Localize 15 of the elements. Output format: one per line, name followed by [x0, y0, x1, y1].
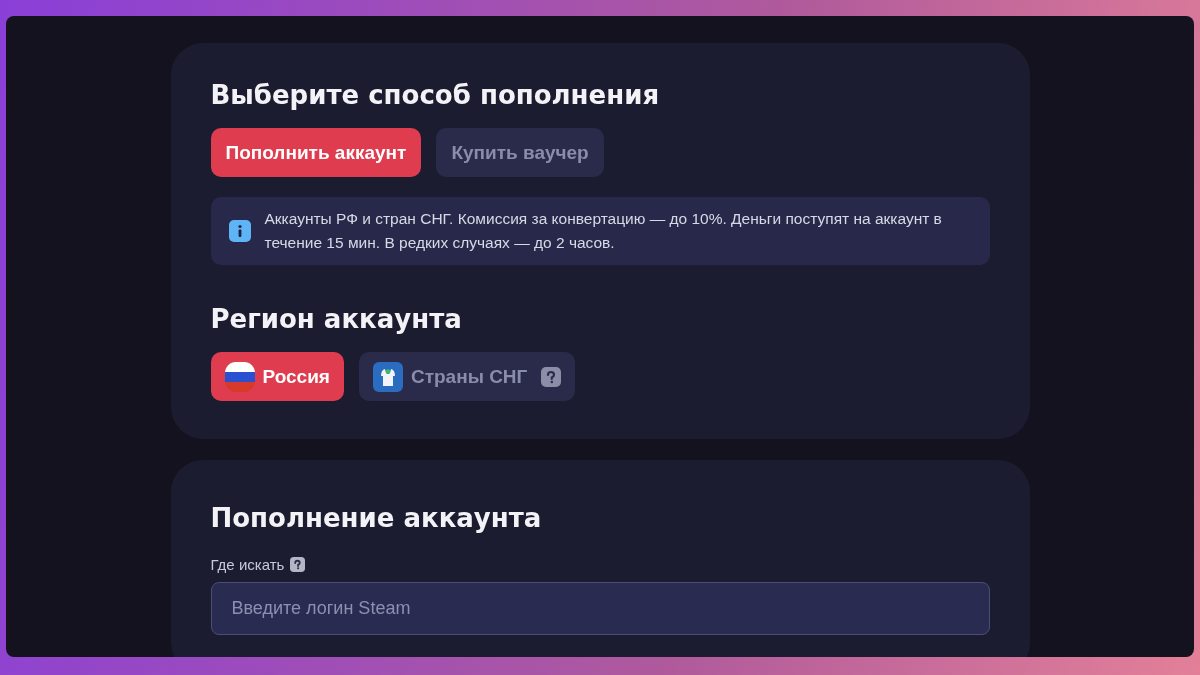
flag-icon [224, 361, 255, 392]
info-icon [228, 220, 251, 242]
info-text: Аккаунты РФ и стран СНГ. Комиссия за конвертацию — до 10%. Деньги поступят на аккаунт в течение 15 мин. В редких случаях — до 2 часов. [264, 209, 943, 253]
region-tab[interactable]: Россия [210, 352, 344, 401]
section-title: Пополнение аккаунта [210, 502, 543, 535]
emblem-icon [372, 361, 403, 392]
section-title: Регион аккаунта [210, 303, 463, 336]
section-title: Выберите способ пополнения [210, 79, 661, 112]
help-icon[interactable] [541, 366, 562, 387]
method-tab[interactable]: Купить ваучер [436, 128, 604, 177]
help-icon[interactable] [290, 557, 306, 572]
login-input-field[interactable]: Введите логин Steam [210, 582, 990, 635]
field-label: Где искать [210, 556, 285, 573]
region-tab[interactable]: Страны СНГ [358, 352, 576, 401]
method-tab[interactable]: Пополнить аккаунт [210, 128, 422, 177]
